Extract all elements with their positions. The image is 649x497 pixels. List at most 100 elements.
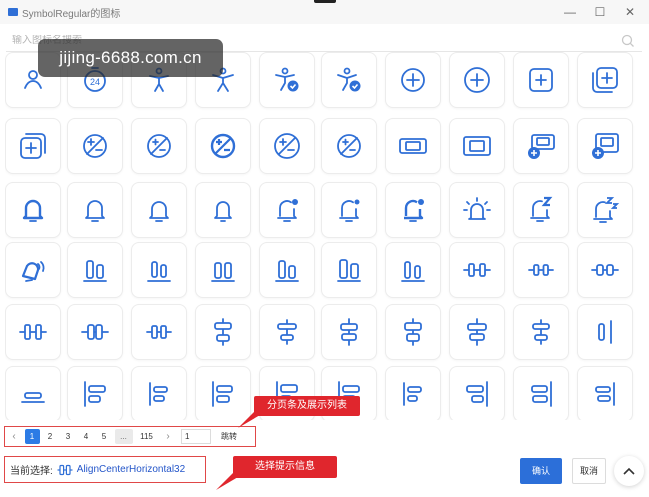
icon-grid-cell[interactable] bbox=[513, 242, 569, 298]
scroll-to-top-button[interactable] bbox=[614, 456, 644, 486]
align-center-vertical-icon bbox=[214, 318, 232, 346]
alert-alt2-icon bbox=[149, 201, 169, 222]
icon-grid-cell[interactable] bbox=[195, 304, 251, 360]
maximize-button[interactable]: ☐ bbox=[592, 4, 608, 20]
alert-on-icon bbox=[21, 261, 45, 282]
icon-grid-cell[interactable] bbox=[449, 242, 505, 298]
icon-grid-cell[interactable] bbox=[67, 118, 123, 174]
selection-callout-arrow bbox=[216, 472, 238, 490]
camera-notch bbox=[314, 0, 336, 3]
icon-grid-cell[interactable] bbox=[131, 242, 187, 298]
icon-grid-cell[interactable] bbox=[577, 242, 633, 298]
alert-snooze-icon bbox=[530, 196, 553, 222]
page-button-4[interactable]: 4 bbox=[79, 429, 94, 444]
icon-grid-cell[interactable] bbox=[577, 304, 633, 360]
close-button[interactable]: ✕ bbox=[622, 4, 638, 20]
icon-grid-cell[interactable] bbox=[321, 304, 377, 360]
jump-button[interactable]: 跳转 bbox=[221, 431, 237, 442]
align-bottom-alt5-icon bbox=[401, 261, 425, 282]
cancel-button[interactable]: 取消 bbox=[572, 458, 606, 484]
align-end-vertical-icon bbox=[21, 392, 45, 403]
page-ellipsis[interactable]: ... bbox=[114, 429, 133, 444]
icon-grid-cell[interactable] bbox=[131, 182, 187, 238]
add-subtract-circle-icon bbox=[83, 134, 107, 158]
album-alt-icon bbox=[463, 136, 491, 156]
icon-grid-cell[interactable] bbox=[131, 304, 187, 360]
icon-grid-cell[interactable] bbox=[67, 182, 123, 238]
icon-grid-cell[interactable] bbox=[259, 304, 315, 360]
icon-grid-cell[interactable] bbox=[577, 118, 633, 174]
jump-page-input[interactable]: 1 bbox=[181, 429, 211, 444]
icon-grid-cell[interactable] bbox=[67, 366, 123, 420]
icon-grid-cell[interactable] bbox=[385, 182, 441, 238]
icon-grid-cell[interactable] bbox=[259, 242, 315, 298]
alert-icon bbox=[22, 199, 44, 222]
icon-grid-cell[interactable] bbox=[321, 52, 377, 108]
icon-grid-cell[interactable] bbox=[577, 366, 633, 420]
icon-grid-cell[interactable] bbox=[513, 118, 569, 174]
icon-grid-cell[interactable] bbox=[513, 52, 569, 108]
icon-grid-cell[interactable] bbox=[449, 182, 505, 238]
icon-grid-cell[interactable] bbox=[321, 118, 377, 174]
selection-name: AlignCenterHorizontal32 bbox=[76, 464, 186, 475]
add-square-multiple-icon bbox=[592, 67, 618, 93]
icon-grid-cell[interactable] bbox=[449, 118, 505, 174]
align-right-alt2-icon bbox=[595, 382, 615, 406]
align-bottom-alt-icon bbox=[147, 261, 171, 282]
icon-grid-cell[interactable] bbox=[385, 52, 441, 108]
icon-grid-cell[interactable] bbox=[5, 366, 61, 420]
icon-grid-cell[interactable] bbox=[195, 242, 251, 298]
align-center-vertical-alt2-icon bbox=[340, 318, 358, 346]
icon-grid-cell[interactable] bbox=[195, 118, 251, 174]
align-center-vertical-alt3-icon bbox=[404, 318, 422, 346]
add-circle-alt-icon bbox=[464, 67, 490, 93]
icon-grid-cell[interactable] bbox=[259, 118, 315, 174]
align-left-alt2-icon bbox=[212, 381, 233, 407]
page-button-last[interactable]: 115 bbox=[136, 429, 158, 444]
minimize-button[interactable]: — bbox=[562, 4, 578, 20]
icon-grid-cell[interactable] bbox=[385, 242, 441, 298]
icon-grid-cell[interactable] bbox=[131, 118, 187, 174]
icon-grid-cell[interactable] bbox=[385, 366, 441, 420]
icon-grid-cell[interactable] bbox=[577, 52, 633, 108]
page-button-5[interactable]: 5 bbox=[97, 429, 112, 444]
album-add-icon bbox=[528, 134, 555, 159]
icon-grid-cell[interactable] bbox=[513, 304, 569, 360]
icon-grid-cell[interactable] bbox=[5, 118, 61, 174]
icon-grid-cell[interactable] bbox=[513, 182, 569, 238]
icon-grid-cell[interactable] bbox=[67, 242, 123, 298]
icon-grid-cell[interactable] bbox=[449, 304, 505, 360]
icon-grid-cell[interactable] bbox=[5, 304, 61, 360]
alert-snooze-alt-icon bbox=[593, 197, 620, 223]
page-button-1[interactable]: 1 bbox=[24, 429, 40, 444]
icon-grid-cell[interactable] bbox=[5, 182, 61, 238]
icon-grid-cell[interactable] bbox=[321, 242, 377, 298]
align-bottom-alt2-icon bbox=[211, 262, 235, 282]
next-page-button[interactable]: › bbox=[161, 429, 176, 444]
icon-grid-cell[interactable] bbox=[5, 242, 61, 298]
align-center-horizontal-alt3-icon bbox=[19, 324, 47, 340]
icon-grid-cell[interactable] bbox=[195, 182, 251, 238]
page-button-3[interactable]: 3 bbox=[61, 429, 76, 444]
align-center-horizontal-icon bbox=[57, 464, 73, 475]
icon-grid-cell[interactable] bbox=[259, 52, 315, 108]
icon-grid-cell[interactable] bbox=[321, 182, 377, 238]
search-icon[interactable] bbox=[620, 33, 636, 49]
icon-grid-cell[interactable] bbox=[577, 182, 633, 238]
icon-grid-cell[interactable] bbox=[259, 182, 315, 238]
confirm-button[interactable]: 确认 bbox=[520, 458, 562, 484]
icon-grid-cell[interactable] bbox=[513, 366, 569, 420]
add-subtract-circle-alt2-icon bbox=[274, 133, 300, 159]
page-button-2[interactable]: 2 bbox=[43, 429, 58, 444]
add-square-icon bbox=[529, 68, 553, 92]
icon-grid-cell[interactable] bbox=[385, 118, 441, 174]
icon-grid-cell[interactable] bbox=[131, 366, 187, 420]
icon-grid-cell[interactable] bbox=[449, 366, 505, 420]
icon-grid-cell[interactable] bbox=[449, 52, 505, 108]
prev-page-button[interactable]: ‹ bbox=[7, 429, 22, 444]
icon-grid-cell[interactable] bbox=[67, 304, 123, 360]
window-title: SymbolRegular的图标 bbox=[22, 8, 121, 20]
icon-grid-cell[interactable] bbox=[385, 304, 441, 360]
align-center-vertical-alt5-icon bbox=[532, 319, 550, 345]
align-bottom-icon bbox=[83, 260, 107, 282]
